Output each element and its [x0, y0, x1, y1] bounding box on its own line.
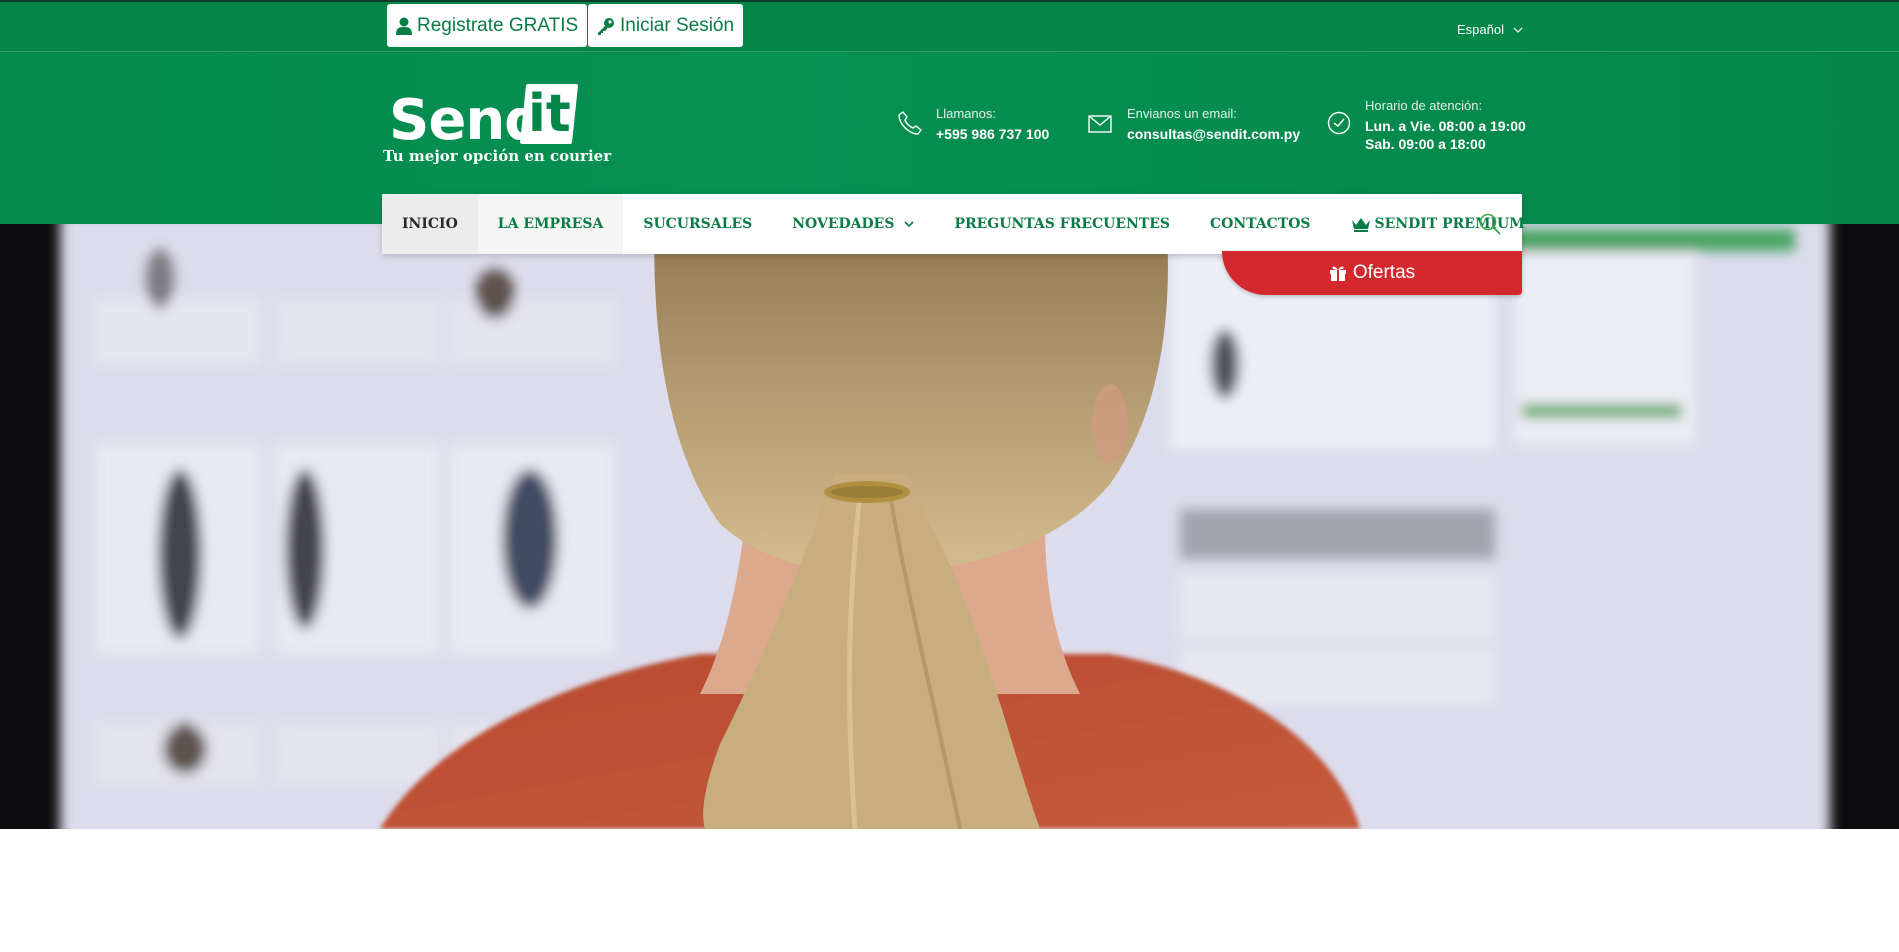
register-button[interactable]: Registrate GRATIS	[387, 4, 588, 47]
phone-label: Llamanos:	[936, 106, 996, 121]
hero-image	[0, 224, 1899, 829]
phone-info: Llamanos: +595 986 737 100	[936, 106, 1049, 143]
search-icon	[1479, 213, 1501, 235]
clock-icon	[1327, 111, 1351, 135]
chevron-down-icon	[904, 221, 915, 228]
logo-text: Send	[389, 88, 544, 153]
hours-weekdays: Lun. a Vie. 08:00 a 19:00	[1365, 118, 1526, 134]
key-icon	[598, 17, 614, 35]
login-button[interactable]: Iniciar Sesión	[588, 4, 744, 47]
login-label: Iniciar Sesión	[620, 14, 735, 36]
hours-info: Horario de atención: Lun. a Vie. 08:00 a…	[1365, 98, 1526, 153]
top-bar: Registrate GRATIS Iniciar Sesión Español	[0, 0, 1899, 52]
search-button[interactable]	[1478, 212, 1502, 241]
logo-accent: it	[528, 84, 571, 144]
phone-number[interactable]: +595 986 737 100	[936, 125, 1049, 143]
offers-label: Ofertas	[1352, 262, 1416, 283]
user-icon	[396, 17, 412, 35]
gift-icon	[1329, 266, 1346, 281]
email-info: Envianos un email: consultas@sendit.com.…	[1127, 106, 1300, 143]
nav-novedades-label: NOVEDADES	[792, 216, 895, 232]
register-label: Registrate GRATIS	[417, 14, 579, 36]
nav-item-sucursales[interactable]: SUCURSALES	[623, 194, 772, 254]
logo-accent-box: it	[519, 84, 579, 144]
hours-label: Horario de atención:	[1365, 98, 1483, 113]
offers-button[interactable]: Ofertas	[1222, 251, 1522, 295]
email-label: Envianos un email:	[1127, 106, 1237, 121]
nav-item-sendit-premium[interactable]: SENDIT PREMIUM	[1331, 194, 1545, 254]
envelope-icon	[1088, 115, 1112, 133]
nav-item-contactos[interactable]: CONTACTOS	[1190, 194, 1331, 254]
nav-item-preguntas-frecuentes[interactable]: PREGUNTAS FRECUENTES	[934, 194, 1190, 254]
hours-saturday: Sab. 09:00 a 18:00	[1365, 136, 1486, 152]
crown-icon	[1351, 217, 1370, 232]
hero-banner	[0, 224, 1899, 829]
nav-item-inicio[interactable]: INICIO	[382, 194, 478, 254]
phone-icon	[898, 111, 922, 135]
language-label: Español	[1457, 22, 1504, 37]
main-nav: INICIO LA EMPRESA SUCURSALES NOVEDADES P…	[382, 194, 1525, 254]
nav-item-la-empresa[interactable]: LA EMPRESA	[477, 194, 624, 254]
nav-item-novedades[interactable]: NOVEDADES	[772, 194, 934, 254]
email-address[interactable]: consultas@sendit.com.py	[1127, 125, 1300, 143]
nav-premium-label: SENDIT PREMIUM	[1374, 216, 1525, 232]
logo-tagline: Tu mejor opción en courier	[383, 147, 612, 165]
language-select[interactable]: Español	[1457, 22, 1524, 37]
chevron-down-icon	[1513, 27, 1523, 33]
sendit-logo[interactable]: Send it Tu mejor opción en courier	[383, 84, 611, 168]
